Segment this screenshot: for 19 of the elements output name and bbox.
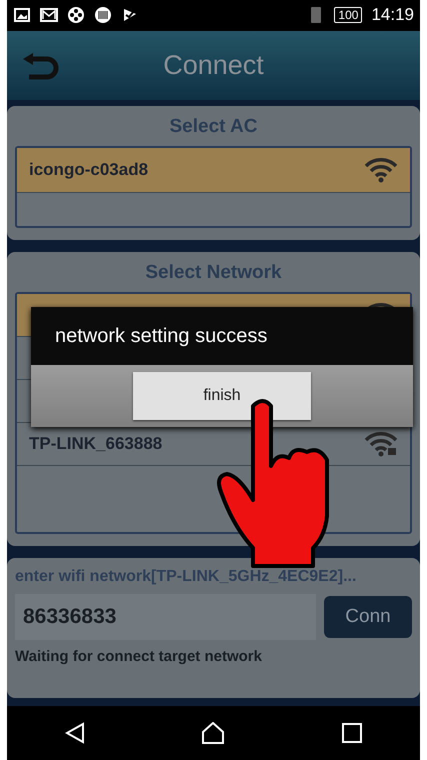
image-icon	[13, 6, 31, 24]
connect-button[interactable]: Conn	[324, 596, 412, 638]
film-reel-icon	[67, 6, 85, 24]
password-field[interactable]: 86336833	[15, 594, 316, 640]
recent-apps-icon[interactable]	[342, 723, 362, 744]
panel-title: Select AC	[168, 116, 258, 138]
panel-title: Select Network	[144, 262, 283, 284]
barcode-icon	[94, 6, 112, 24]
clock: 14:19	[371, 5, 414, 26]
home-icon[interactable]	[201, 722, 226, 744]
connection-status: Waiting for connect target network	[15, 648, 263, 666]
ac-list-item[interactable]: icongo-c03ad8	[17, 148, 410, 194]
password-label: enter wifi network[TP-LINK_5GHz_4EC9E2]...	[15, 568, 358, 586]
battery-level: 100	[334, 7, 362, 24]
back-nav-icon[interactable]	[65, 722, 86, 744]
finish-button[interactable]: finish	[133, 372, 311, 420]
mail-icon	[40, 6, 58, 24]
dialog-message: network setting success	[55, 324, 268, 348]
screen-title: Connect	[162, 50, 265, 81]
